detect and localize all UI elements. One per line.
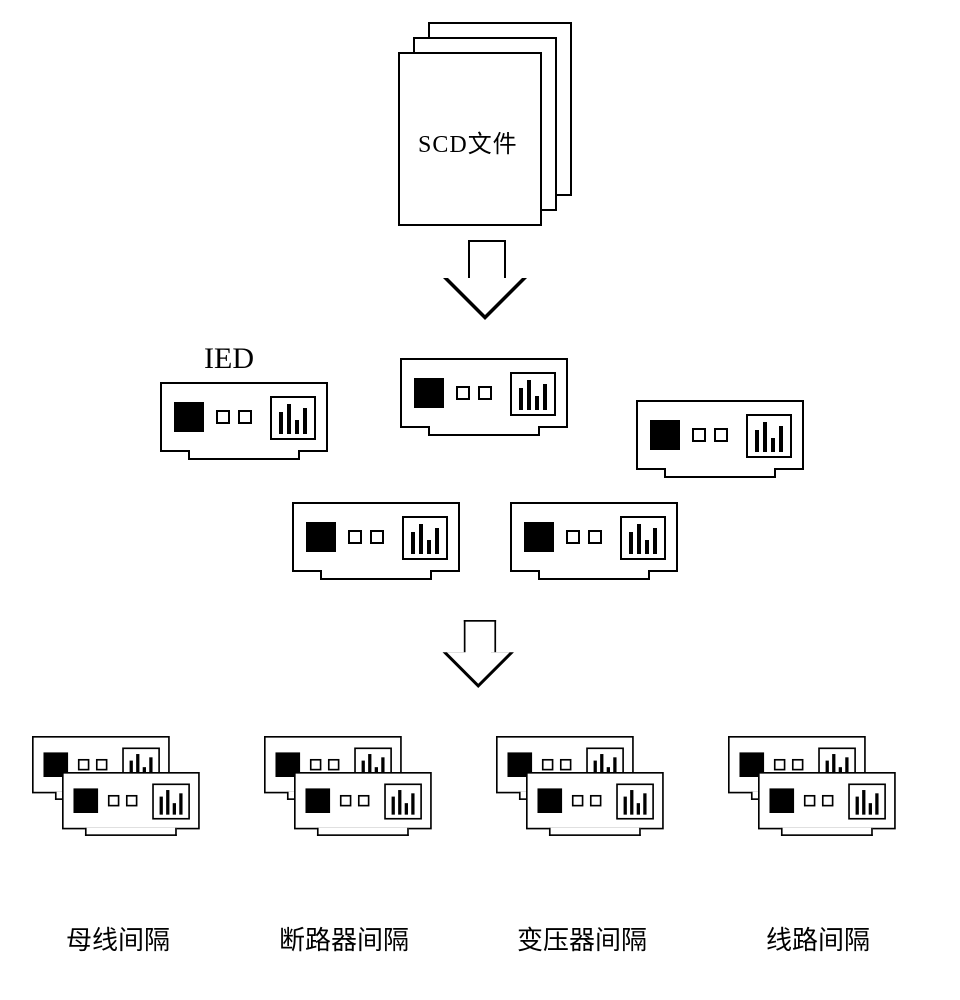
ied-device: [292, 502, 460, 584]
file-page-front: SCD文件: [398, 52, 542, 226]
scd-file-stack: SCD文件: [398, 22, 578, 222]
diagram-canvas: SCD文件 IED: [0, 0, 960, 1000]
bay-label-line: 线路间隔: [718, 920, 918, 957]
ied-device: [62, 772, 200, 839]
ied-device: [636, 400, 804, 482]
bay-label-breaker: 断路器间隔: [244, 920, 444, 957]
ied-label: IED: [204, 342, 254, 376]
ied-device: [294, 772, 432, 839]
bay-group-breaker: [264, 736, 464, 866]
arrow-down-icon: [440, 240, 530, 320]
ied-device: [510, 502, 678, 584]
ied-device: [758, 772, 896, 839]
ied-device: [400, 358, 568, 440]
scd-file-label: SCD文件: [418, 124, 518, 159]
bay-group-line: [728, 736, 928, 866]
bay-group-transformer: [496, 736, 696, 866]
ied-device: [160, 382, 328, 464]
ied-device: [526, 772, 664, 839]
bay-label-transformer: 变压器间隔: [482, 920, 682, 957]
bay-group-bus: [32, 736, 232, 866]
arrow-down-icon: [440, 620, 517, 688]
bay-label-bus: 母线间隔: [18, 920, 218, 957]
